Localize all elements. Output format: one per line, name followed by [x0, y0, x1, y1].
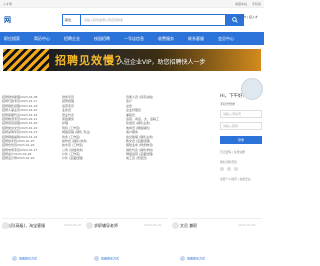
promo-banner[interactable]: 招聘见效慢？ 入驻企业VIP，助您招聘快人一步 — [3, 49, 261, 71]
nav-item-campus[interactable]: 校园招聘 — [94, 36, 110, 42]
social-login-icons — [220, 167, 264, 171]
site-logo[interactable]: 网 — [4, 15, 56, 25]
company-logo-icon — [2, 222, 9, 229]
list-item[interactable]: 招聘设计师2023-01-29 — [2, 156, 60, 160]
wechat-icon[interactable] — [220, 167, 224, 171]
search-bar: 职位 请输入职位或者公司名称搜索 — [62, 14, 244, 26]
main-nav: 职位搜索 简历中心 招聘企业 校园招聘 一号店信息 收费服务 联系客服 会员中心 — [0, 32, 264, 45]
listing-column-3: 员能人员 (具有资格) 会计 总务 企业管理员 兼职员 运营、商店、文、运输工 化验员 (销… — [126, 95, 212, 161]
nav-item-resume[interactable]: 简历中心 — [34, 36, 50, 42]
header: 网 职位 请输入职位或者公司名称搜索 找工作 | 招人才 — [0, 8, 264, 32]
nav-item-jobs[interactable]: 职位搜索 — [4, 36, 20, 42]
job-card[interactable]: 文员 兼职 2023-01-20 查看联系方式 — [172, 218, 262, 266]
username-field[interactable]: 请输入手机号 — [220, 110, 262, 118]
qq-icon[interactable] — [227, 167, 231, 171]
bookmark-link[interactable]: 收藏本站 — [235, 2, 247, 6]
phone-icon — [12, 256, 17, 261]
list-item[interactable]: 户外 (店面经理) — [62, 156, 122, 160]
login-panel: Hi，下午好！ 手机号登录 请输入手机号 请输入密码 登录 忘记密码 | 免费注… — [220, 78, 264, 198]
banner-stripe — [3, 49, 49, 71]
contact-link[interactable]: 查看联系方式 — [94, 256, 119, 261]
weibo-icon[interactable] — [234, 167, 238, 171]
login-button[interactable]: 登录 — [220, 136, 262, 144]
top-utility-bar: 人才网 收藏本站 手机版 — [0, 0, 264, 8]
register-links[interactable]: 忘记密码 | 免费注册 — [220, 150, 264, 154]
search-input[interactable]: 请输入职位或者公司名称搜索 — [80, 14, 226, 26]
site-name: 人才网 — [3, 1, 13, 6]
top-links: 收藏本站 手机版 — [231, 2, 261, 6]
phone-icon — [94, 256, 99, 261]
more-links[interactable]: 免费个人简历 | 免费企业 — [220, 177, 264, 181]
job-date: 2023-01-20 — [238, 223, 256, 227]
banner-headline: 招聘见效慢？ — [55, 54, 127, 67]
company-logo-icon — [172, 222, 179, 229]
nav-item-member[interactable]: 会员中心 — [218, 36, 234, 42]
wechat-login-link[interactable]: 微信扫码登录 — [220, 160, 264, 164]
list-item[interactable]: 电工员 (安装员) — [126, 156, 212, 160]
banner-subtext: 入驻企业VIP，助您招聘快人一步 — [118, 59, 206, 66]
mobile-link[interactable]: 手机版 — [252, 2, 261, 6]
job-date: 2023-01-20 — [144, 223, 162, 227]
search-type-select[interactable]: 职位 — [62, 14, 80, 26]
job-date: 2023-01-20 — [64, 223, 82, 227]
nav-item-info[interactable]: 一号店信息 — [124, 36, 144, 42]
contact-link[interactable]: 查看联系方式 — [180, 256, 205, 261]
avatar — [241, 78, 263, 100]
listing-column-1: 招聘财务助理2023-01-08 招聘行政专员2023-01-17 招聘销售经理20… — [2, 95, 60, 161]
phone-icon — [180, 256, 185, 261]
contact-link[interactable]: 查看职位方式 — [12, 256, 37, 261]
login-links[interactable]: 找工作 | 招人才 — [237, 15, 258, 19]
password-field[interactable]: 请输入密码 — [220, 122, 262, 130]
nav-item-companies[interactable]: 招聘企业 — [64, 36, 80, 42]
job-card[interactable]: 求职辅导老师 2023-01-20 查看联系方式 — [86, 218, 168, 266]
nav-item-support[interactable]: 联系客服 — [188, 36, 204, 42]
listing-column-2: 财务专员 招聘经理 运营专员 业务员 营业代表 家政服务 护理 司机 (工作区) 网络营销 (销… — [62, 95, 122, 161]
company-logo-icon — [86, 222, 93, 229]
job-card[interactable]: 外售员(高级)，淘宝客服 2023-01-20 查看职位方式 — [2, 218, 84, 266]
nav-item-paid[interactable]: 收费服务 — [158, 36, 174, 42]
login-subtitle: 手机号登录 — [220, 102, 236, 106]
